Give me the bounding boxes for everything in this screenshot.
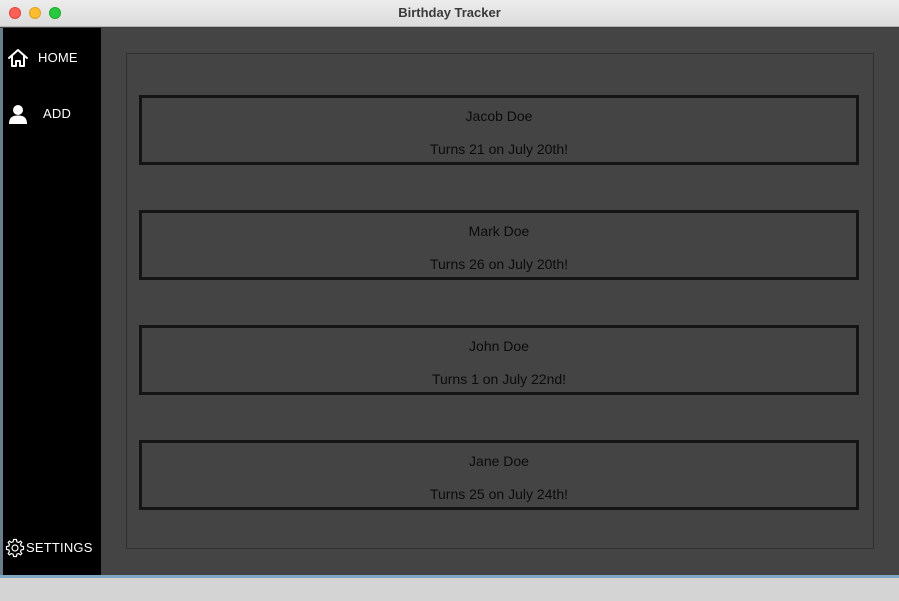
sidebar-item-label: HOME: [38, 50, 78, 65]
birthday-card[interactable]: Jacob Doe Turns 21 on July 20th!: [139, 95, 859, 165]
main-content: Jacob Doe Turns 21 on July 20th! Mark Do…: [101, 28, 899, 575]
birthday-list[interactable]: Jacob Doe Turns 21 on July 20th! Mark Do…: [126, 53, 874, 549]
birthday-detail: Turns 1 on July 22nd!: [431, 371, 567, 387]
birthday-detail: Turns 21 on July 20th!: [429, 141, 568, 157]
birthday-card[interactable]: John Doe Turns 1 on July 22nd!: [139, 325, 859, 395]
app-window: Birthday Tracker HOME ADD SETTINGS Jacob…: [0, 0, 899, 601]
person-name: Jacob Doe: [465, 108, 533, 124]
sidebar-item-settings[interactable]: SETTINGS: [3, 530, 101, 566]
sidebar-item-add[interactable]: ADD: [3, 96, 101, 132]
birthday-detail: Turns 25 on July 24th!: [429, 486, 568, 502]
window-title: Birthday Tracker: [398, 5, 501, 20]
sidebar-item-label: ADD: [43, 106, 72, 121]
home-icon: [8, 49, 28, 67]
sidebar-item-label: SETTINGS: [26, 540, 93, 555]
bottom-bar: [0, 575, 899, 601]
birthday-card[interactable]: Jane Doe Turns 25 on July 24th!: [139, 440, 859, 510]
gear-icon: [5, 538, 25, 558]
sidebar: HOME ADD SETTINGS: [3, 28, 101, 575]
person-name: Mark Doe: [468, 223, 530, 239]
person-name: John Doe: [469, 338, 529, 354]
title-bar: Birthday Tracker: [0, 0, 899, 27]
sidebar-item-home[interactable]: HOME: [3, 40, 101, 76]
birthday-card[interactable]: Mark Doe Turns 26 on July 20th!: [139, 210, 859, 280]
person-icon: [9, 105, 27, 124]
person-name: Jane Doe: [469, 453, 529, 469]
birthday-detail: Turns 26 on July 20th!: [429, 256, 568, 272]
